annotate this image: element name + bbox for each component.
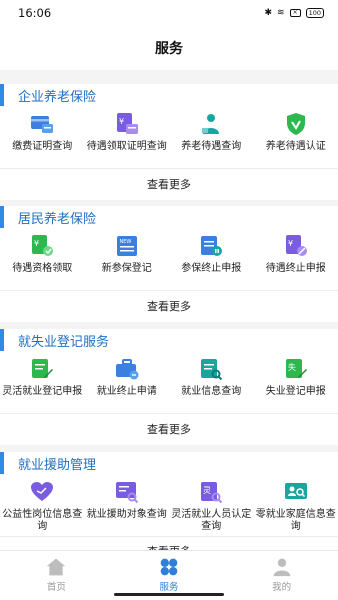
view-more-button[interactable]: 查看更多 (0, 168, 338, 198)
service-employment-info[interactable]: 就业信息查询 (169, 357, 254, 398)
service-zero-employment-family[interactable]: 零就业家庭信息查询 (254, 480, 338, 533)
assistance-search-icon (115, 482, 138, 504)
service-grid: 公益性岗位信息查询 就业援助对象查询 灵 灵活就业人员认定查询 零就业家庭信息查… (0, 480, 338, 533)
section-title: 居民养老保险 (0, 206, 96, 228)
tab-profile[interactable]: 我的 (225, 551, 338, 600)
section-resident-pension: 居民养老保险 ¥ 待遇资格领取 NEW 新参保登记 参保终止申报 ¥ 待遇终止申… (0, 206, 338, 322)
service-label: 零就业家庭信息查询 (255, 509, 336, 532)
briefcase-icon (115, 359, 139, 380)
service-label: 养老待遇认证 (265, 141, 326, 152)
svg-text:¥: ¥ (288, 239, 293, 248)
service-benefit-qualification[interactable]: ¥ 待遇资格领取 (0, 234, 85, 275)
service-grid: 灵活就业登记申报 就业终止申请 就业信息查询 失 失业登记申报 (0, 357, 338, 398)
service-benefit-certificate[interactable]: ¥ 待遇领取证明查询 (85, 112, 170, 153)
section-enterprise-pension: 企业养老保险 缴费证明查询 ¥ 待遇领取证明查询 养老待遇查询 养老待遇认证 查… (0, 84, 338, 200)
home-icon (47, 558, 66, 576)
svg-text:¥: ¥ (34, 239, 39, 248)
services-grid-icon (160, 558, 178, 576)
section-title-text: 居民养老保险 (18, 211, 97, 227)
service-pension-verification[interactable]: 养老待遇认证 (254, 112, 338, 153)
service-grid: ¥ 待遇资格领取 NEW 新参保登记 参保终止申报 ¥ 待遇终止申报 (0, 234, 338, 275)
service-flexible-employment[interactable]: 灵活就业登记申报 (0, 357, 85, 398)
page-title: 服务 (155, 41, 183, 57)
section-accent-bar (0, 206, 4, 228)
pension-elder-icon (202, 114, 220, 134)
benefit-qualification-icon: ¥ (32, 235, 54, 256)
tab-home[interactable]: 首页 (0, 551, 113, 600)
view-more-button[interactable]: 查看更多 (0, 290, 338, 320)
page-title-bar: 服务 (0, 26, 338, 70)
section-title: 就业援助管理 (0, 452, 96, 474)
battery-icon: 100 (305, 8, 324, 18)
service-label: 就业信息查询 (181, 386, 242, 397)
unemployment-register-icon: 失 (285, 359, 307, 378)
service-assistance-object[interactable]: 就业援助对象查询 (85, 480, 170, 533)
service-unemployment-register[interactable]: 失 失业登记申报 (254, 357, 338, 398)
service-label: 失业登记申报 (265, 386, 326, 397)
wifi-icon: ≋ (277, 8, 285, 18)
tab-label: 首页 (46, 582, 66, 593)
sim-icon: × (289, 9, 301, 17)
verification-shield-icon (286, 113, 305, 135)
section-employment-assistance: 就业援助管理 公益性岗位信息查询 就业援助对象查询 灵 灵活就业人员认定查询 零… (0, 452, 338, 550)
service-flexible-personnel[interactable]: 灵 灵活就业人员认定查询 (169, 480, 254, 533)
section-accent-bar (0, 329, 4, 351)
section-title: 就失业登记服务 (0, 329, 109, 351)
service-label: 待遇领取证明查询 (86, 141, 167, 152)
service-grid: 缴费证明查询 ¥ 待遇领取证明查询 养老待遇查询 养老待遇认证 (0, 112, 338, 153)
service-label: 公益性岗位信息查询 (2, 509, 83, 532)
public-welfare-heart-icon (31, 482, 54, 501)
service-employment-stop[interactable]: 就业终止申请 (85, 357, 170, 398)
view-more-button[interactable]: 查看更多 (0, 536, 338, 550)
section-title-text: 就失业登记服务 (18, 334, 110, 350)
payment-proof-icon (31, 116, 54, 133)
status-bar: 16:06 ✱ ≋ × 100 (0, 0, 338, 26)
service-pension-query[interactable]: 养老待遇查询 (169, 112, 254, 153)
service-public-welfare[interactable]: 公益性岗位信息查询 (0, 480, 85, 533)
profile-icon (273, 558, 291, 577)
service-label: 灵活就业人员认定查询 (171, 509, 252, 532)
service-label: 灵活就业登记申报 (2, 386, 83, 397)
section-title-text: 就业援助管理 (18, 457, 97, 473)
employment-info-icon (201, 359, 223, 381)
service-enrollment-stop[interactable]: 参保终止申报 (169, 234, 254, 275)
enrollment-stop-icon (201, 236, 223, 256)
flexible-employment-icon (32, 359, 54, 378)
service-label: 新参保登记 (101, 263, 152, 274)
view-more-button[interactable]: 查看更多 (0, 413, 338, 443)
new-enrollment-icon: NEW (116, 236, 137, 256)
service-label: 参保终止申报 (181, 263, 242, 274)
section-accent-bar (0, 452, 4, 474)
service-label: 养老待遇查询 (181, 141, 242, 152)
section-title-text: 企业养老保险 (18, 89, 97, 105)
service-label: 就业援助对象查询 (86, 509, 167, 520)
benefit-stop-icon: ¥ (285, 235, 307, 256)
home-indicator (114, 593, 224, 596)
zero-employment-family-icon (284, 483, 307, 499)
service-benefit-stop[interactable]: ¥ 待遇终止申报 (254, 234, 338, 275)
status-icons: ✱ ≋ × 100 (264, 8, 324, 18)
section-employment-registration: 就失业登记服务 灵活就业登记申报 就业终止申请 就业信息查询 失 失业登记申报 … (0, 329, 338, 445)
section-accent-bar (0, 84, 4, 106)
service-label: 就业终止申请 (96, 386, 157, 397)
status-time: 16:06 (18, 6, 52, 20)
bluetooth-icon: ✱ (264, 8, 273, 18)
service-payment-proof[interactable]: 缴费证明查询 (0, 112, 85, 153)
section-title: 企业养老保险 (0, 84, 96, 106)
benefit-certificate-icon: ¥ (116, 113, 138, 134)
svg-text:¥: ¥ (119, 117, 124, 126)
svg-text:NEW: NEW (119, 239, 131, 245)
flexible-personnel-icon: 灵 (201, 482, 223, 504)
service-label: 待遇资格领取 (12, 263, 73, 274)
service-label: 待遇终止申报 (265, 263, 326, 274)
svg-text:失: 失 (288, 362, 296, 372)
tab-label: 服务 (159, 582, 179, 593)
svg-text:灵: 灵 (203, 486, 211, 495)
tab-label: 我的 (272, 582, 292, 593)
service-new-enrollment[interactable]: NEW 新参保登记 (85, 234, 170, 275)
service-label: 缴费证明查询 (12, 141, 73, 152)
